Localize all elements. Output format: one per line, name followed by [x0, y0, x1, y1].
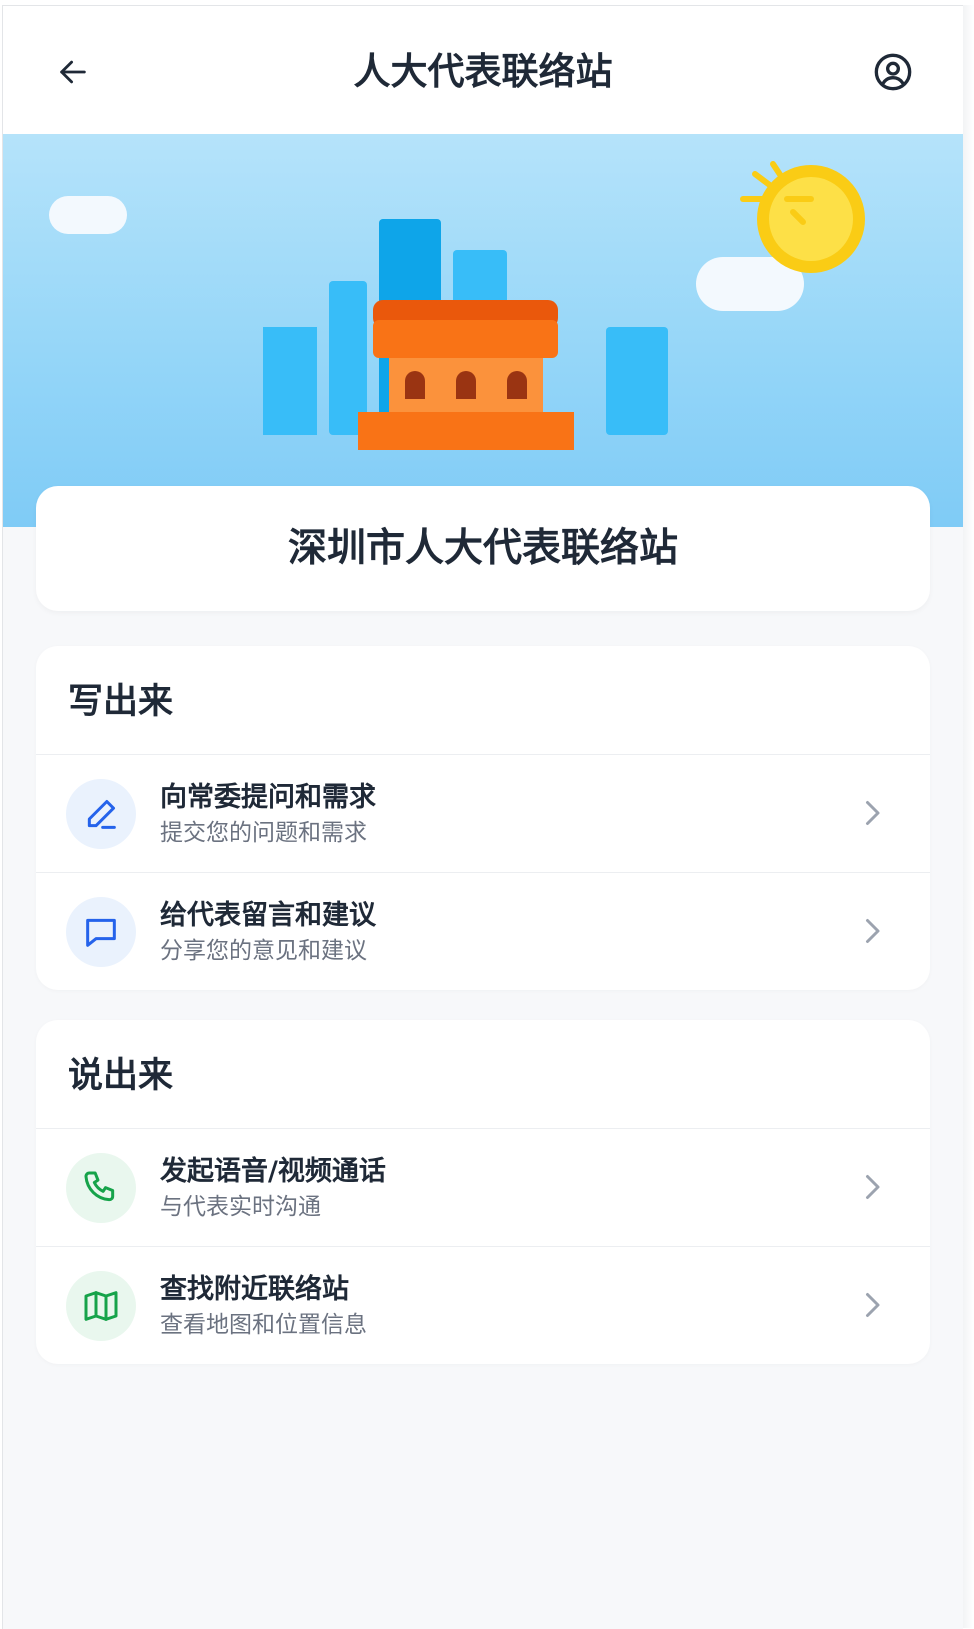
page-title: 人大代表联络站 — [353, 50, 613, 93]
chat-bubble-icon — [86, 918, 116, 947]
item-subtitle: 提交您的问题和需求 — [160, 820, 367, 846]
tower — [329, 281, 367, 435]
voice-video-call-item[interactable]: 发起语音/视频通话 与代表实时沟通 — [36, 1129, 930, 1246]
ask-committee-item[interactable]: 向常委提问和需求 提交您的问题和需求 — [36, 755, 930, 872]
item-label: 发起语音/视频通话 — [160, 1156, 386, 1187]
hero-banner — [3, 134, 963, 527]
chat-icon-badge — [66, 897, 136, 967]
phone-icon-badge — [66, 1153, 136, 1223]
user-circle-icon — [874, 53, 912, 91]
app-screen: 人大代表联络站 深圳市人大代表联络站 写出来 向常委提问和需求 提交您的问题和需… — [2, 5, 963, 1629]
item-label: 给代表留言和建议 — [160, 900, 376, 931]
leave-message-item[interactable]: 给代表留言和建议 分享您的意见和建议 — [36, 872, 930, 990]
phone-icon — [84, 1171, 115, 1202]
item-subtitle: 与代表实时沟通 — [160, 1194, 321, 1220]
section-title: 说出来 — [36, 1020, 930, 1129]
pencil-icon — [87, 800, 116, 829]
tower — [263, 327, 317, 435]
window-edge — [962, 5, 974, 1628]
profile-button[interactable] — [871, 50, 915, 94]
item-label: 查找附近联络站 — [160, 1274, 349, 1305]
item-label: 向常委提问和需求 — [160, 782, 376, 813]
sun-icon — [740, 161, 865, 273]
find-nearby-station-item[interactable]: 查找附近联络站 查看地图和位置信息 — [36, 1246, 930, 1364]
tower — [606, 327, 668, 435]
pencil-icon-badge — [66, 779, 136, 849]
write-section: 写出来 向常委提问和需求 提交您的问题和需求 给代表留言和建议 分享您的意见和建… — [36, 646, 930, 990]
speak-section: 说出来 发起语音/视频通话 与代表实时沟通 查找附近联络站 查看地图和位置信息 — [36, 1020, 930, 1364]
chevron-right-icon — [866, 1293, 880, 1317]
station-name: 深圳市人大代表联络站 — [287, 526, 678, 571]
item-subtitle: 查看地图和位置信息 — [160, 1312, 367, 1338]
map-icon-badge — [66, 1271, 136, 1341]
map-icon — [84, 1291, 118, 1321]
chevron-right-icon — [866, 1175, 880, 1199]
station-building — [358, 300, 574, 450]
top-bar: 人大代表联络站 — [3, 6, 963, 134]
chevron-right-icon — [866, 801, 880, 825]
item-subtitle: 分享您的意见和建议 — [160, 938, 367, 964]
city-illustration — [49, 161, 865, 450]
chevron-right-icon — [866, 919, 880, 943]
cloud-left — [49, 196, 127, 234]
section-title: 写出来 — [36, 646, 930, 755]
